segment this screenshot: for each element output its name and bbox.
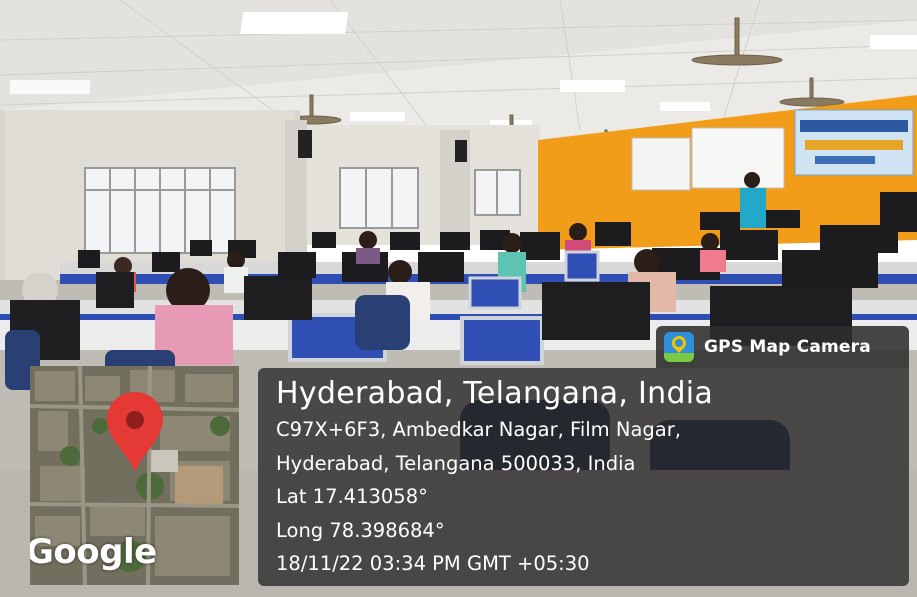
gps-map-camera-badge: GPS Map Camera — [656, 326, 909, 368]
location-title: Hyderabad, Telangana, India — [276, 376, 714, 411]
badge-label: GPS Map Camera — [704, 337, 871, 357]
photo-stage: GPS Map Camera Hyderabad, Telangana, Ind… — [0, 0, 917, 597]
latitude-label: Lat 17.413058° — [276, 485, 428, 508]
address-line-2: Hyderabad, Telangana 500033, India — [276, 452, 636, 475]
timestamp-label: 18/11/22 03:34 PM GMT +05:30 — [276, 552, 590, 575]
location-info-panel: Hyderabad, Telangana, India C97X+6F3, Am… — [258, 368, 909, 586]
address-line-1: C97X+6F3, Ambedkar Nagar, Film Nagar, — [276, 418, 681, 441]
satellite-map-thumbnail: Google — [30, 366, 239, 585]
map-pin-icon — [107, 392, 163, 472]
gps-map-camera-icon — [664, 332, 694, 362]
google-attribution: Google — [30, 532, 157, 572]
longitude-label: Long 78.398684° — [276, 519, 445, 542]
